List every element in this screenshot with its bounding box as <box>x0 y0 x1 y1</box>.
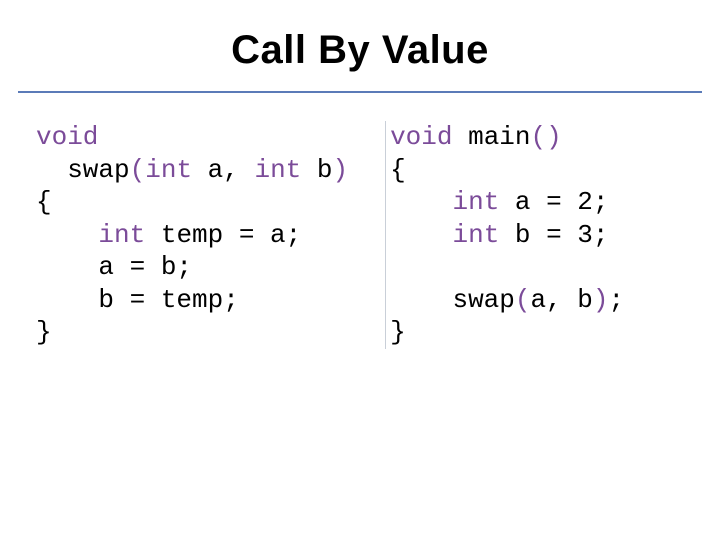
keyword-token: int <box>452 220 499 250</box>
keyword-token: int <box>145 155 192 185</box>
paren-token: ( <box>515 285 531 315</box>
keyword-token: int <box>254 155 301 185</box>
code-columns: void swap(int a, int b) { int temp = a; … <box>0 121 720 349</box>
code-block-swap: void swap(int a, int b) { int temp = a; … <box>36 121 381 349</box>
keyword-token: void <box>390 122 452 152</box>
keyword-token: int <box>98 220 145 250</box>
slide: Call By Value void swap(int a, int b) { … <box>0 0 720 540</box>
slide-title: Call By Value <box>18 28 702 93</box>
paren-token: ) <box>333 155 349 185</box>
code-block-main: void main() { int a = 2; int b = 3; swap… <box>390 121 684 349</box>
paren-token: ) <box>593 285 609 315</box>
keyword-token: int <box>452 187 499 217</box>
keyword-token: void <box>36 122 98 152</box>
column-divider <box>385 121 386 349</box>
paren-token: ( <box>130 155 146 185</box>
paren-token: () <box>531 122 562 152</box>
